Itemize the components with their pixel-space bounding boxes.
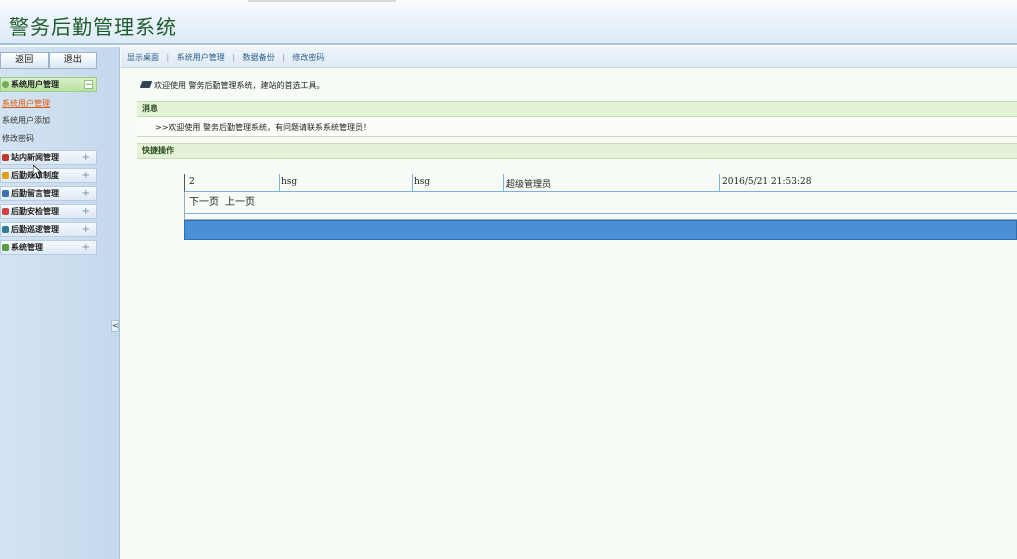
back-button[interactable]: 返回 [0, 52, 49, 69]
cell-datetime: 2016/5/21 21:53:28 [722, 177, 812, 187]
menu-rules-management[interactable]: 后勤规章制度 + [0, 168, 97, 183]
sidebar-button-group: 返回 退出 [0, 52, 97, 69]
message-heading: 消息 [137, 101, 1017, 117]
system-icon [2, 244, 9, 251]
subitem-change-password[interactable]: 修改密码 [2, 133, 34, 144]
next-page-link[interactable]: 下一页 [189, 197, 219, 208]
message-icon [2, 190, 9, 197]
expand-icon[interactable]: + [82, 169, 90, 182]
link-separator: | [232, 53, 236, 62]
subitem-user-management[interactable]: 系统用户管理 [2, 98, 50, 109]
column-separator [719, 174, 720, 192]
expand-icon[interactable]: + [82, 151, 90, 164]
quick-actions-heading: 快捷操作 [137, 143, 1017, 159]
news-icon [2, 154, 9, 161]
menu-label: 后勤安检管理 [11, 207, 59, 216]
menu-message-management[interactable]: 后勤留言管理 + [0, 186, 97, 201]
expand-icon[interactable]: + [82, 223, 90, 236]
book-icon [139, 81, 153, 88]
column-separator [503, 174, 504, 192]
user-table: 2 hsg hsg 超级管理员 2016/5/21 21:53:28 下一页 上一… [184, 174, 1017, 240]
mouse-cursor-icon [33, 165, 41, 179]
menu-news-management[interactable]: 站内新闻管理 + [0, 150, 97, 165]
app-header: 警务后勤管理系统 [0, 0, 1017, 45]
link-separator: | [282, 53, 285, 62]
cell-username: hsg [281, 177, 298, 187]
link-separator: | [166, 53, 170, 62]
top-strip [248, 0, 396, 2]
menu-inspection-management[interactable]: 后勤安检管理 + [0, 204, 97, 219]
menu-label: 后勤留言管理 [11, 189, 59, 198]
menu-label: 系统用户管理 [11, 80, 59, 89]
patrol-icon [2, 226, 9, 233]
column-separator [412, 174, 413, 192]
message-text: >>欢迎使用 警务后勤管理系统，有问题请联系系统管理员！ [137, 118, 1017, 137]
subitem-user-add[interactable]: 系统用户添加 [2, 115, 50, 126]
cell-password: hsg [414, 177, 431, 187]
link-data-backup[interactable]: 数据备份 [243, 53, 275, 62]
menu-user-management[interactable]: 系统用户管理 − [0, 77, 97, 92]
menu-system-management[interactable]: 系统管理 + [0, 240, 97, 255]
menu-label: 后勤巡逻管理 [11, 225, 59, 234]
expand-icon[interactable]: + [82, 187, 90, 200]
users-icon [2, 81, 9, 88]
logout-button[interactable]: 退出 [48, 52, 97, 69]
cell-role: 超级管理员 [506, 180, 552, 190]
menu-label: 系统管理 [11, 243, 43, 252]
top-links-bar: 显示桌面 | 系统用户管理 | 数据备份 | 修改密码 [121, 47, 1017, 68]
column-separator [279, 174, 280, 192]
expand-icon[interactable]: + [82, 205, 90, 218]
pager: 下一页 上一页 [184, 192, 1017, 214]
inspection-icon [2, 208, 9, 215]
collapse-icon[interactable]: − [84, 80, 93, 90]
rules-icon [2, 172, 9, 179]
welcome-line: 欢迎使用 警务后勤管理系统，建站的首选工具。 [139, 80, 325, 91]
welcome-text: 欢迎使用 警务后勤管理系统，建站的首选工具。 [154, 81, 325, 90]
menu-patrol-management[interactable]: 后勤巡逻管理 + [0, 222, 97, 237]
app-title: 警务后勤管理系统 [9, 15, 177, 39]
sidebar-collapse-button[interactable]: < [111, 320, 119, 332]
link-user-management[interactable]: 系统用户管理 [177, 53, 225, 62]
main-content: 显示桌面 | 系统用户管理 | 数据备份 | 修改密码 欢迎使用 警务后勤管理系… [121, 47, 1017, 559]
expand-icon[interactable]: + [82, 241, 90, 254]
table-footer-bar [184, 220, 1017, 240]
link-show-desktop[interactable]: 显示桌面 [127, 53, 159, 62]
prev-page-link[interactable]: 上一页 [225, 197, 255, 208]
table-row[interactable]: 2 hsg hsg 超级管理员 2016/5/21 21:53:28 [184, 174, 1017, 192]
sidebar: 返回 退出 系统用户管理 − 系统用户管理 系统用户添加 修改密码 站内新闻管理… [0, 47, 120, 559]
link-change-password[interactable]: 修改密码 [292, 53, 324, 62]
menu-label: 站内新闻管理 [11, 153, 59, 162]
cell-id: 2 [189, 177, 195, 187]
